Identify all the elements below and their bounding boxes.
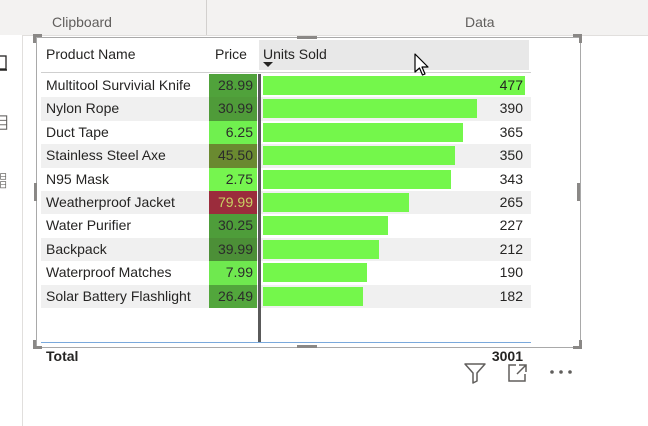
cell-units-sold: 190: [499, 264, 523, 281]
cell-price: 30.99: [209, 97, 257, 121]
resize-handle-top-right[interactable]: [573, 34, 582, 43]
units-data-bar: [263, 169, 452, 189]
model-view-icon[interactable]: [0, 173, 8, 189]
cell-price: 26.49: [209, 284, 257, 308]
cell-price: 2.75: [209, 167, 257, 191]
ribbon: Clipboard Data: [0, 0, 648, 36]
total-label: Total: [46, 348, 79, 364]
cell-product-name: Backpack: [46, 240, 107, 257]
mouse-cursor-icon: [414, 53, 429, 76]
table-row[interactable]: N95 Mask 2.75 343: [41, 167, 531, 191]
ribbon-group-data: Data: [465, 14, 495, 30]
cell-price: 7.99: [209, 261, 257, 285]
cell-price: 6.25: [209, 120, 257, 145]
more-options-icon[interactable]: [548, 362, 574, 384]
resize-handle-right[interactable]: [577, 183, 580, 201]
cell-price: 30.25: [209, 214, 257, 238]
table-view-icon[interactable]: [0, 115, 8, 131]
cell-product-name: Duct Tape: [46, 123, 109, 140]
sort-descending-icon[interactable]: [263, 62, 273, 67]
units-data-bar: [263, 216, 388, 236]
cell-product-name: Stainless Steel Axe: [46, 147, 166, 164]
units-data-bar: [263, 122, 464, 142]
cell-units-sold: 350: [499, 147, 523, 164]
table-row[interactable]: Waterproof Matches 7.99 190: [41, 261, 531, 285]
cell-product-name: Water Purifier: [46, 217, 132, 234]
table-row[interactable]: Stainless Steel Axe 45.50 350: [41, 144, 531, 168]
units-data-bar: [263, 286, 363, 306]
cell-product-name: Waterproof Matches: [46, 264, 172, 281]
cell-units-sold: 390: [499, 100, 523, 117]
resize-handle-left[interactable]: [34, 183, 37, 201]
cell-product-name: Multitool Survivial Knife: [46, 77, 191, 93]
units-data-bar: [263, 263, 368, 283]
focus-mode-icon[interactable]: [506, 362, 530, 384]
total-divider: [41, 342, 531, 343]
table-row[interactable]: Solar Battery Flashlight 26.49 182: [41, 284, 531, 308]
cell-price: 39.99: [209, 237, 257, 262]
cell-product-name: N95 Mask: [46, 170, 110, 187]
resize-handle-top[interactable]: [297, 36, 317, 39]
header-units-sold[interactable]: Units Sold: [263, 46, 327, 62]
data-table: Product Name Price Units Sold Multitool …: [41, 40, 531, 364]
table-row[interactable]: Water Purifier 30.25 227: [41, 214, 531, 238]
ribbon-separator: [206, 0, 207, 35]
table-row[interactable]: Backpack 39.99 212: [41, 237, 531, 262]
header-price[interactable]: Price: [215, 46, 247, 62]
cell-price: 45.50: [209, 144, 257, 168]
table-row[interactable]: Duct Tape 6.25 365: [41, 120, 531, 145]
cell-units-sold: 212: [499, 240, 523, 257]
header-divider: [41, 72, 531, 73]
units-data-bar: [263, 99, 478, 119]
ribbon-group-clipboard: Clipboard: [52, 14, 112, 30]
units-data-bar: [263, 192, 409, 212]
filter-icon[interactable]: [463, 362, 487, 384]
column-resize-divider[interactable]: [258, 74, 261, 342]
resize-handle-bottom-right[interactable]: [573, 340, 582, 349]
cell-price: 79.99: [209, 190, 257, 215]
view-rail: [0, 35, 23, 426]
cell-price: 28.99: [209, 74, 257, 98]
cell-product-name: Solar Battery Flashlight: [46, 287, 191, 304]
table-row[interactable]: Nylon Rope 30.99 390: [41, 97, 531, 121]
units-data-bar: [263, 146, 456, 166]
cell-product-name: Weatherproof Jacket: [46, 193, 175, 210]
cell-product-name: Nylon Rope: [46, 100, 120, 117]
cell-units-sold: 182: [499, 287, 523, 304]
table-header: Product Name Price Units Sold: [41, 40, 531, 70]
table-body: Multitool Survivial Knife 28.99 477 Nylon R…: [41, 74, 531, 364]
cell-units-sold: 265: [499, 193, 523, 210]
cell-units-sold: 343: [499, 170, 523, 187]
units-data-bar: [263, 76, 525, 95]
total-row: Total 3001: [41, 346, 531, 368]
table-row[interactable]: Weatherproof Jacket 79.99 265: [41, 190, 531, 215]
header-product-name[interactable]: Product Name: [46, 46, 135, 62]
table-row[interactable]: Multitool Survivial Knife 28.99 477: [41, 74, 531, 98]
report-view-icon[interactable]: [0, 55, 8, 71]
cell-units-sold: 477: [499, 77, 523, 93]
cell-units-sold: 365: [499, 123, 523, 140]
units-data-bar: [263, 239, 380, 259]
cell-units-sold: 227: [499, 217, 523, 234]
